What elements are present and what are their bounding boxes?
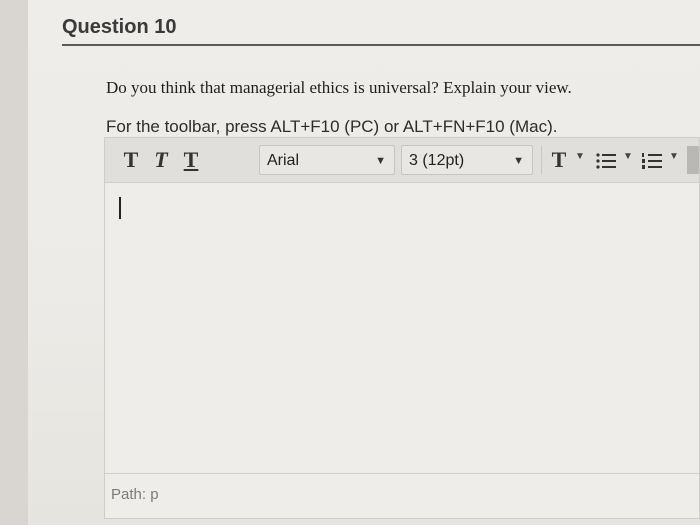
more-tools-handle[interactable] bbox=[687, 146, 699, 174]
chevron-down-icon: ▼ bbox=[513, 155, 524, 167]
font-size-select[interactable]: 3 (12pt) ▼ bbox=[401, 145, 533, 175]
editor-body[interactable] bbox=[105, 183, 699, 474]
italic-button[interactable]: T bbox=[149, 146, 173, 174]
font-size-value: 3 (12pt) bbox=[409, 152, 465, 169]
toolbar-hint: For the toolbar, press ALT+F10 (PC) or A… bbox=[106, 117, 558, 136]
text-color-icon: T bbox=[551, 147, 567, 172]
numbered-list-icon[interactable] bbox=[641, 152, 663, 170]
text-caret bbox=[119, 197, 121, 219]
italic-icon: T bbox=[154, 147, 168, 172]
text-color-button[interactable]: T bbox=[547, 146, 571, 174]
bold-icon: T bbox=[123, 147, 139, 172]
bullet-list-icon[interactable] bbox=[595, 152, 617, 170]
text-color-dropdown-icon[interactable]: ▼ bbox=[575, 151, 585, 162]
element-path: Path: p bbox=[111, 486, 159, 503]
question-text: Do you think that managerial ethics is u… bbox=[106, 78, 572, 97]
assessment-page: Question 10 Do you think that managerial… bbox=[28, 0, 700, 525]
rich-text-editor: T T T Arial ▼ 3 (12pt) ▼ T ▼ ▼ ▼ Path: p bbox=[104, 137, 700, 519]
chevron-down-icon: ▼ bbox=[375, 155, 386, 167]
font-family-select[interactable]: Arial ▼ bbox=[259, 145, 395, 175]
editor-statusbar: Path: p bbox=[105, 473, 699, 518]
underline-icon: T bbox=[183, 147, 199, 172]
font-family-value: Arial bbox=[267, 152, 300, 169]
bullet-list-dropdown-icon[interactable]: ▼ bbox=[623, 151, 633, 162]
question-title: Question 10 bbox=[62, 16, 177, 38]
editor-toolbar: T T T Arial ▼ 3 (12pt) ▼ T ▼ ▼ ▼ bbox=[105, 138, 699, 183]
underline-button[interactable]: T bbox=[179, 146, 203, 174]
title-divider bbox=[62, 44, 700, 46]
numbered-list-dropdown-icon[interactable]: ▼ bbox=[669, 151, 679, 162]
toolbar-separator bbox=[541, 146, 542, 174]
bold-button[interactable]: T bbox=[119, 146, 143, 174]
